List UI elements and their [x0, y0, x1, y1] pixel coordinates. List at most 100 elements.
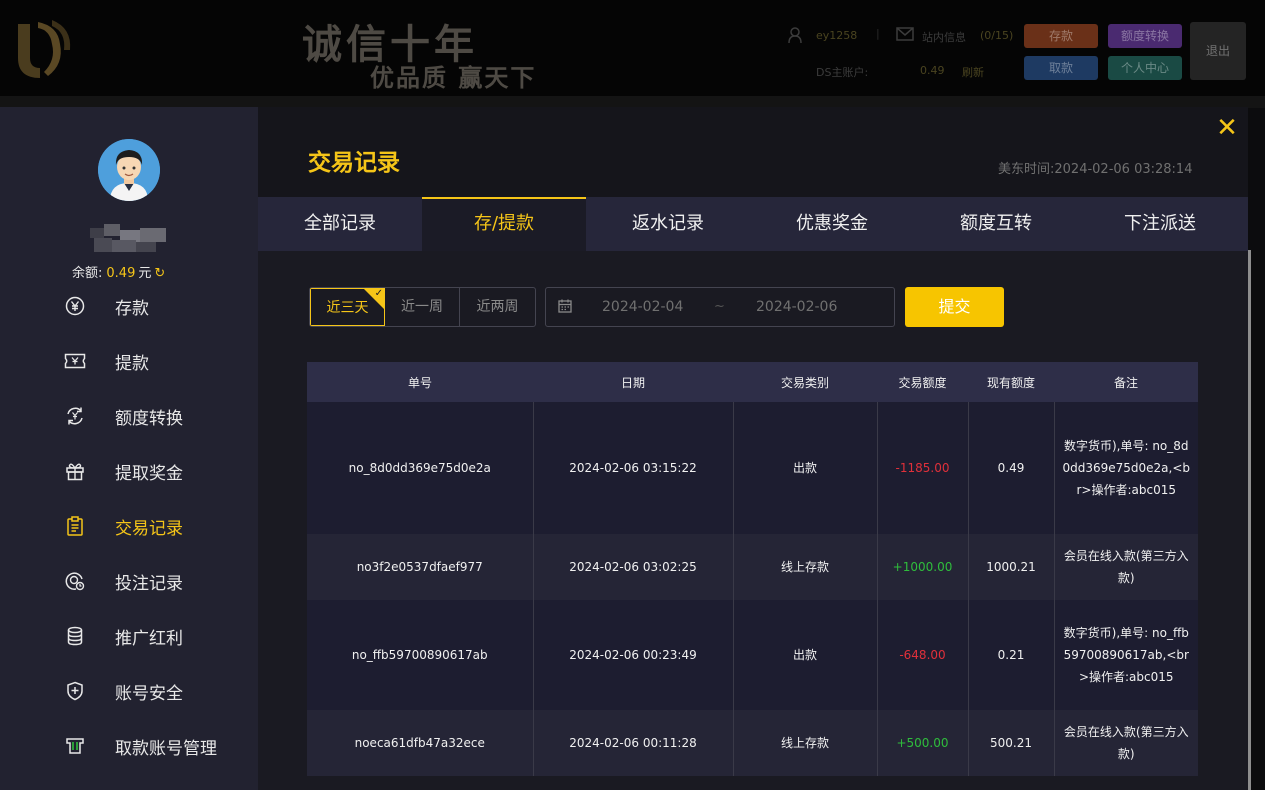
- card-icon: [64, 735, 86, 757]
- calendar-icon: [558, 299, 572, 313]
- date-range-picker[interactable]: 2024-02-04 ~ 2024-02-06: [545, 287, 895, 327]
- sidebar-item-security[interactable]: 账号安全: [64, 676, 254, 706]
- clipboard-icon: [64, 515, 86, 537]
- server-time-value: 2024-02-06 03:28:14: [1054, 162, 1193, 177]
- message-icon: [896, 27, 914, 41]
- cell-date: 2024-02-06 00:23:49: [532, 600, 733, 710]
- table-row: noeca61dfb47a32ece 2024-02-06 00:11:28 线…: [307, 710, 1198, 776]
- range-last-3-days[interactable]: 近三天 ✓: [310, 288, 385, 326]
- balance-label: 余额:: [72, 266, 103, 281]
- account-label: DS主账户:: [816, 66, 869, 79]
- tab-rebate-records[interactable]: 返水记录: [586, 197, 750, 251]
- cell-type: 出款: [732, 600, 877, 710]
- sidebar-item-bet-records[interactable]: 投注记录: [64, 566, 254, 596]
- cell-note: 数字货币),单号: no_8d0dd369e75d0e2a,<br>操作者:ab…: [1053, 402, 1198, 534]
- submit-button[interactable]: 提交: [905, 287, 1004, 327]
- column-header-id: 单号: [307, 362, 533, 402]
- brand-logo-icon: [18, 20, 71, 78]
- cell-id: no3f2e0537dfaef977: [307, 534, 533, 600]
- column-header-date: 日期: [533, 362, 733, 402]
- server-time-label: 美东时间:: [998, 162, 1055, 177]
- modal-scroll-edge: [1248, 250, 1251, 790]
- cell-note: 会员在线入款(第三方入款): [1053, 534, 1198, 600]
- column-header-note: 备注: [1054, 362, 1198, 402]
- account-refresh-link[interactable]: 刷新: [962, 64, 984, 80]
- cell-amount: +500.00: [876, 710, 968, 776]
- messages-label[interactable]: 站内信息: [922, 29, 966, 45]
- refresh-icon[interactable]: ↻: [154, 266, 165, 281]
- records-table: 单号 日期 交易类别 交易额度 现有额度 备注 no_8d0dd369e75d0…: [307, 362, 1198, 776]
- cell-balance: 0.49: [967, 402, 1054, 534]
- tab-deposit-withdraw[interactable]: 存/提款: [422, 197, 586, 251]
- balance-unit: 元: [138, 266, 152, 281]
- cell-date: 2024-02-06 03:02:25: [532, 534, 733, 600]
- balance-amount: 0.49: [106, 266, 136, 281]
- cell-type: 出款: [732, 402, 877, 534]
- cell-balance: 500.21: [967, 710, 1054, 776]
- table-header-row: 单号 日期 交易类别 交易额度 现有额度 备注: [307, 362, 1198, 402]
- column-header-type: 交易类别: [733, 362, 877, 402]
- sidebar-item-deposit[interactable]: 存款: [64, 291, 254, 321]
- range-last-week[interactable]: 近一周: [385, 288, 460, 326]
- end-date-input[interactable]: 2024-02-06: [756, 288, 876, 326]
- ticket-icon: [64, 350, 86, 372]
- close-icon[interactable]: ✕: [1214, 115, 1240, 141]
- balance-display: 余额: 0.49 元 ↻: [72, 262, 165, 281]
- avatar: [98, 139, 160, 201]
- cell-note: 会员在线入款(第三方入款): [1053, 710, 1198, 776]
- sidebar-item-withdraw[interactable]: 提款: [64, 346, 254, 376]
- sidebar-item-promotion[interactable]: 推广红利: [64, 621, 254, 651]
- username-blurred: [90, 224, 166, 252]
- table-row: no_8d0dd369e75d0e2a 2024-02-06 03:15:22 …: [307, 402, 1198, 534]
- account-balance: 0.49: [920, 64, 945, 77]
- coins-icon: [64, 625, 86, 647]
- cell-id: no_8d0dd369e75d0e2a: [307, 402, 533, 534]
- sidebar-item-label: 取款账号管理: [115, 738, 217, 759]
- record-tabs: 全部记录 存/提款 返水记录 优惠奖金 额度互转 下注派送: [258, 197, 1248, 251]
- header-transfer-button[interactable]: 额度转换: [1108, 24, 1182, 48]
- range-label: 近两周: [476, 299, 519, 315]
- sidebar-item-label: 交易记录: [115, 518, 183, 539]
- check-icon: ✓: [374, 288, 383, 299]
- sidebar-item-label: 账号安全: [115, 683, 183, 704]
- cell-type: 线上存款: [732, 534, 877, 600]
- gift-icon: [64, 460, 86, 482]
- cell-date: 2024-02-06 03:15:22: [532, 402, 733, 534]
- sidebar-item-label: 提取奖金: [115, 463, 183, 484]
- header-center-button[interactable]: 个人中心: [1108, 56, 1182, 80]
- cell-amount: +1000.00: [876, 534, 968, 600]
- header-logout-button[interactable]: 退出: [1190, 22, 1246, 80]
- cell-amount: -648.00: [876, 600, 968, 710]
- shield-icon: [64, 680, 86, 702]
- server-time: 美东时间:2024-02-06 03:28:14: [998, 158, 1192, 177]
- cell-date: 2024-02-06 00:11:28: [532, 710, 733, 776]
- table-row: no_ffb59700890617ab 2024-02-06 00:23:49 …: [307, 600, 1198, 710]
- sidebar-item-transaction-records[interactable]: 交易记录: [64, 511, 254, 541]
- start-date-input[interactable]: 2024-02-04: [602, 288, 722, 326]
- tab-bet-rewards[interactable]: 下注派送: [1078, 197, 1242, 251]
- content-header: [258, 107, 1248, 197]
- sidebar-item-label: 投注记录: [115, 573, 183, 594]
- tab-transfer[interactable]: 额度互转: [914, 197, 1078, 251]
- sidebar-item-label: 存款: [115, 298, 149, 319]
- range-last-two-weeks[interactable]: 近两周: [460, 288, 535, 326]
- cell-id: no_ffb59700890617ab: [307, 600, 533, 710]
- column-header-balance: 现有额度: [968, 362, 1054, 402]
- slogan-sub: 优品质 赢天下: [370, 63, 537, 92]
- tab-all-records[interactable]: 全部记录: [258, 197, 422, 251]
- sidebar-item-transfer[interactable]: 额度转换: [64, 401, 254, 431]
- sidebar-item-bonus[interactable]: 提取奖金: [64, 456, 254, 486]
- sidebar-item-label: 推广红利: [115, 628, 183, 649]
- sidebar-item-label: 额度转换: [115, 408, 183, 429]
- header-deposit-button[interactable]: 存款: [1024, 24, 1098, 48]
- page-title: 交易记录: [308, 150, 400, 176]
- range-label: 近三天: [326, 300, 369, 316]
- sidebar-item-withdraw-accounts[interactable]: 取款账号管理: [64, 731, 254, 761]
- date-separator: ~: [714, 299, 725, 314]
- user-icon: [788, 27, 802, 43]
- username-label: ey1258: [816, 29, 858, 42]
- cell-note: 数字货币),单号: no_ffb59700890617ab,<br>操作者:ab…: [1053, 600, 1198, 710]
- tab-promo-bonus[interactable]: 优惠奖金: [750, 197, 914, 251]
- header-withdraw-button[interactable]: 取款: [1024, 56, 1098, 80]
- date-range-presets: 近三天 ✓ 近一周 近两周: [309, 287, 536, 327]
